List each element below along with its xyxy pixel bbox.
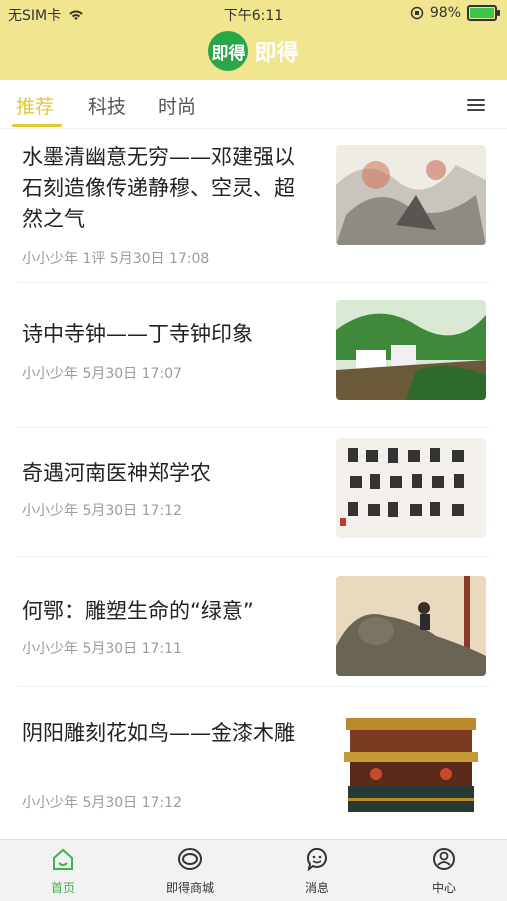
article-meta: 小小少年 1评 5月30日 17:08 [22,251,210,267]
nav-shop[interactable]: 即得商城 [127,846,253,896]
shop-icon [178,848,202,870]
article-title[interactable]: 奇遇河南医神郑学农 [22,458,312,489]
app-name: 即得 [254,41,299,66]
calligraphy-thumbnail[interactable] [336,438,486,538]
nav-profile[interactable]: 中心 [381,846,507,896]
divider [18,686,489,687]
nav-message[interactable]: 消息 [254,846,380,896]
divider [18,556,489,557]
brand: 即得 即得 [0,30,507,72]
watercolor-village-thumbnail[interactable] [336,300,486,400]
gilded-woodcarving-thumbnail[interactable] [336,712,486,816]
active-tab-indicator [12,124,62,127]
tab-recommend[interactable]: 推荐 [16,92,54,119]
profile-icon [433,848,455,870]
sculpture-thumbnail[interactable] [336,576,486,676]
tab-tech[interactable]: 科技 [88,92,126,119]
article-meta: 小小少年 5月30日 17:11 [22,641,182,657]
article-title[interactable]: 诗中寺钟——丁寺钟印象 [22,319,312,350]
status-right: 98% [410,5,500,21]
orientation-lock-icon [410,6,424,20]
home-icon [53,848,73,870]
divider [18,427,489,428]
nav-message-label: 消息 [304,881,329,895]
nav-shop-label: 即得商城 [165,881,214,895]
article-title[interactable]: 何鄂：雕塑生命的“绿意” [22,596,312,627]
nav-home[interactable]: 首页 [0,846,126,896]
bottom-nav: 首页 即得商城 消息 中心 [0,839,507,901]
app-header: 无SIM卡 下午6:11 98% 即得 即得 [0,0,507,80]
article-title[interactable]: 阴阳雕刻花如鸟——金漆木雕 [22,718,312,749]
divider [18,282,489,283]
battery-icon [467,5,500,21]
battery-percent: 98% [429,5,461,21]
app-logo: 即得 [208,31,249,71]
article-meta: 小小少年 5月30日 17:12 [22,503,182,519]
article-meta: 小小少年 5月30日 17:07 [22,366,182,382]
ink-painting-thumbnail[interactable] [336,145,486,245]
message-icon [306,847,327,872]
tab-fashion[interactable]: 时尚 [158,92,196,119]
article-title[interactable]: 水墨清幽意无穷——邓建强以石刻造像传递静穆、空灵、超然之气 [22,142,312,235]
article-meta: 小小少年 5月30日 17:12 [22,795,182,811]
menu-icon[interactable] [467,96,485,112]
nav-home-label: 首页 [50,881,75,895]
category-tabs: 推荐 科技 时尚 [0,80,507,129]
status-bar: 无SIM卡 下午6:11 98% [0,0,507,28]
nav-profile-label: 中心 [431,881,456,895]
